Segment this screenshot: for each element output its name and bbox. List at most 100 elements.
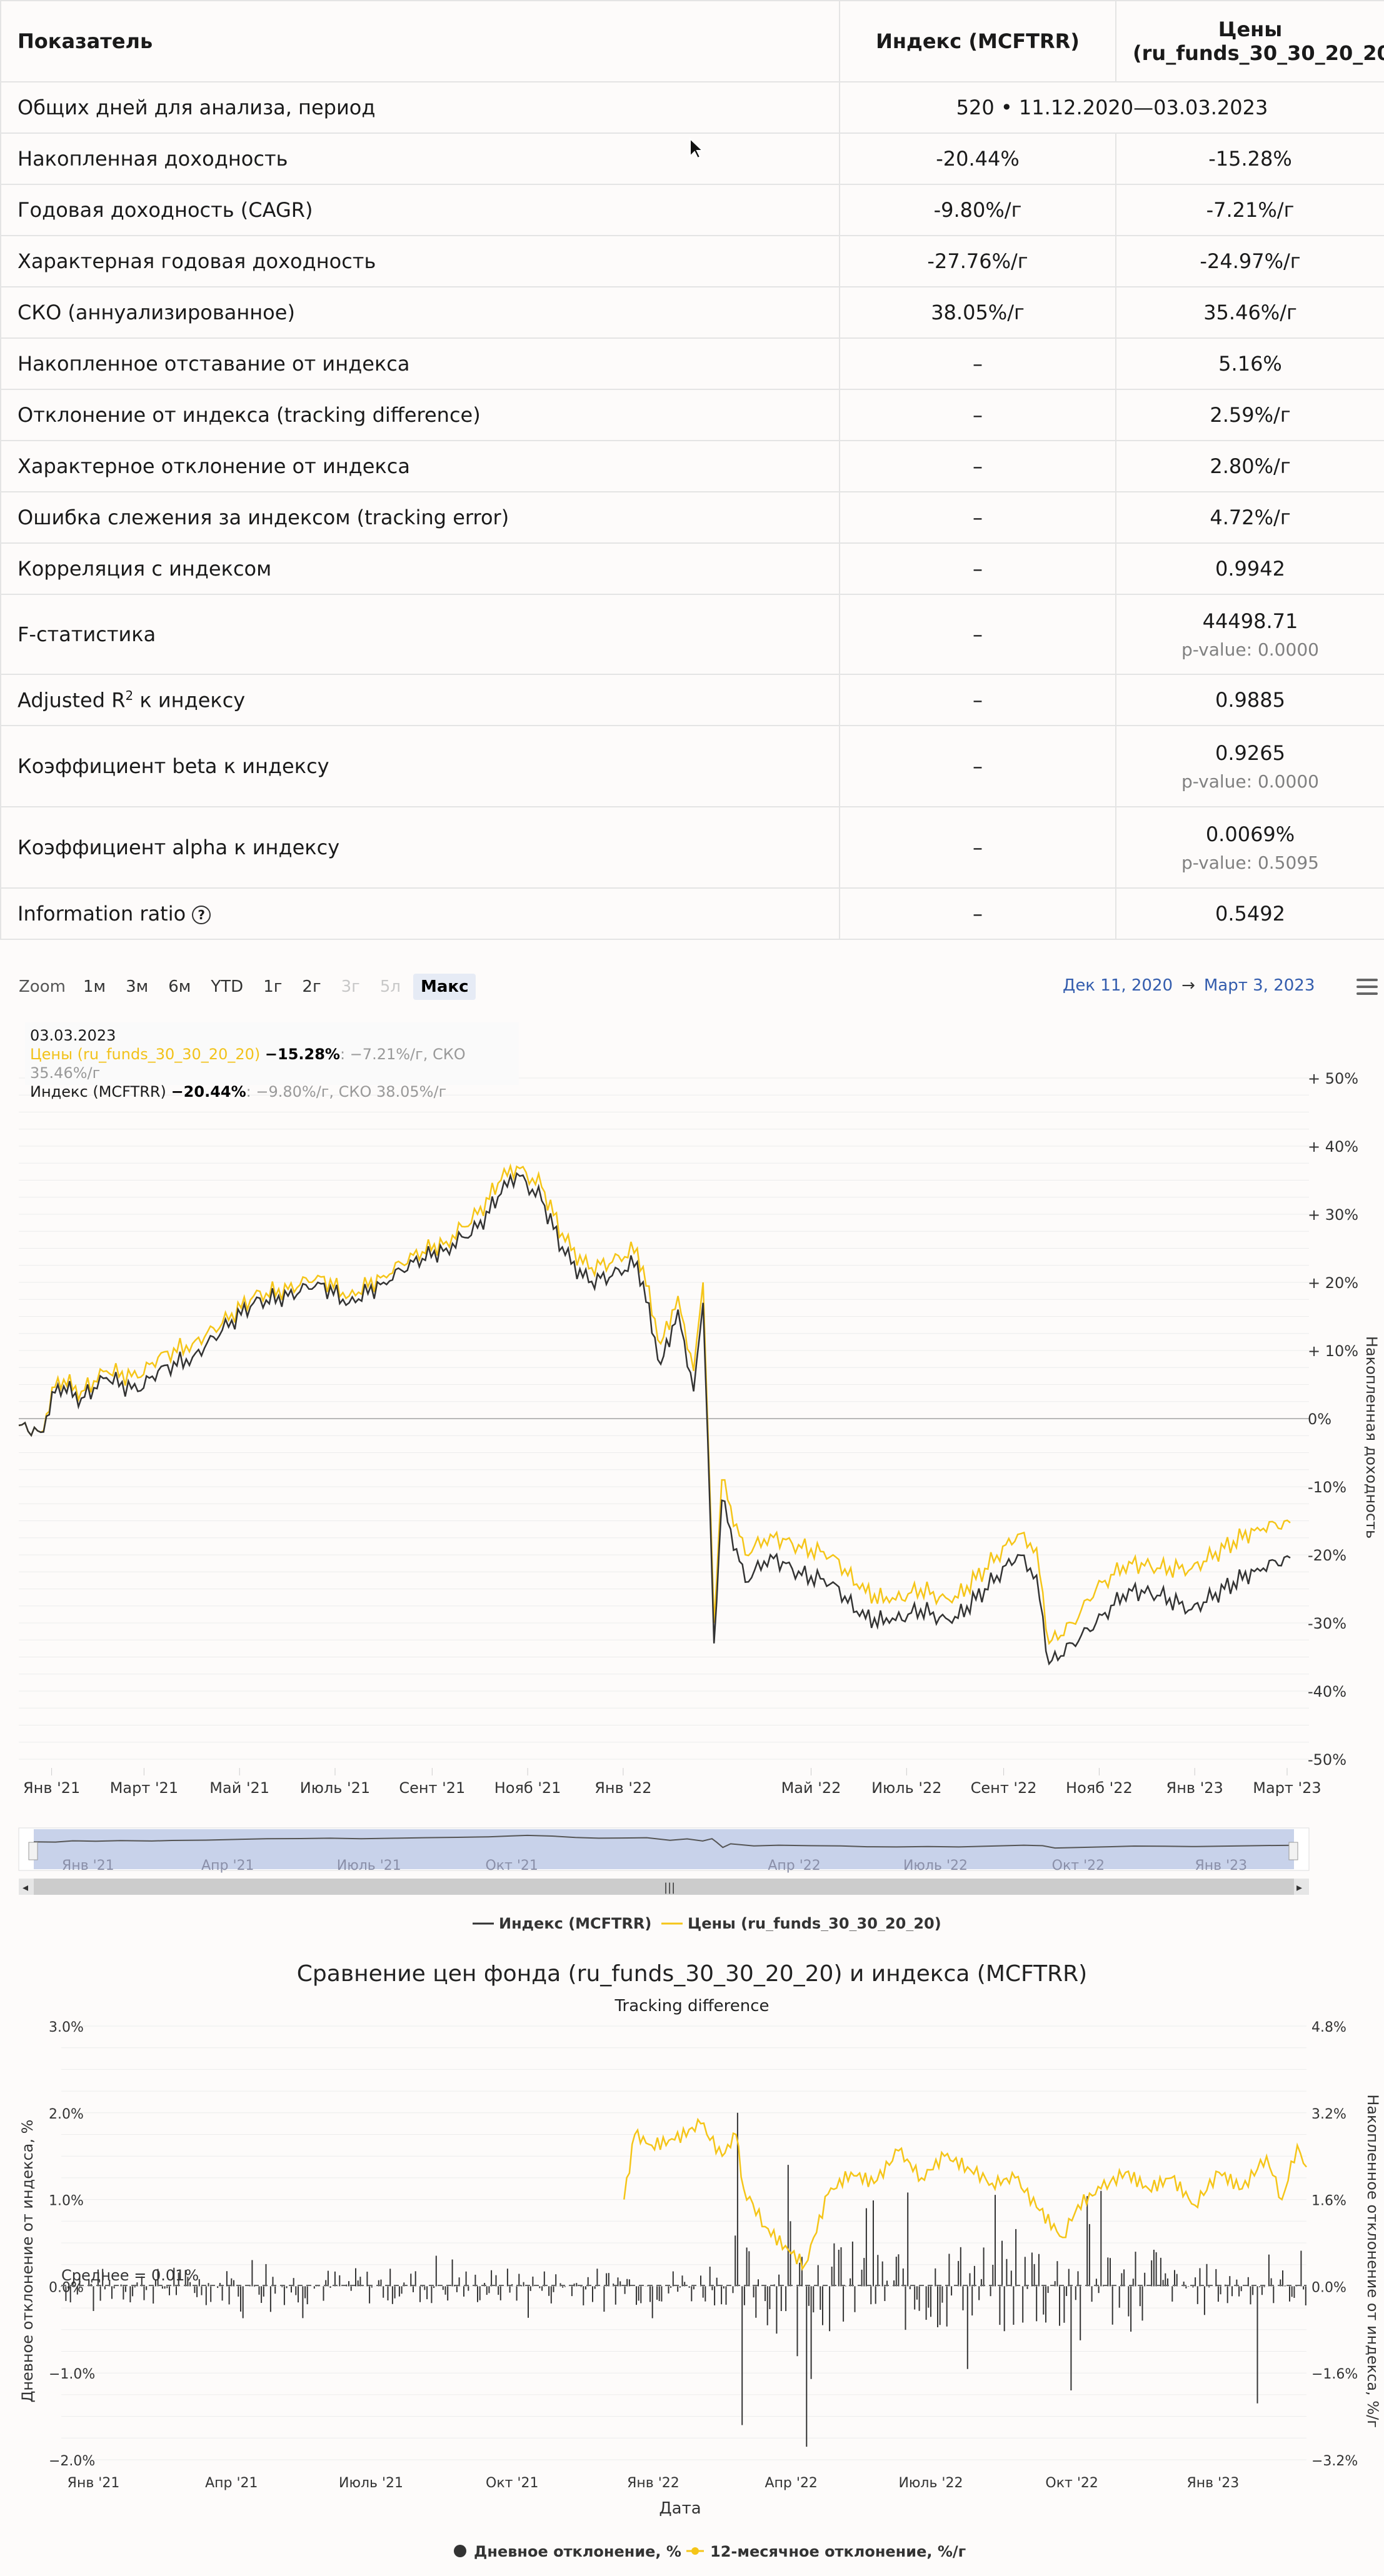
navigator-right-handle[interactable] xyxy=(1288,1842,1298,1860)
table-row: Ошибка слежения за индексом (tracking er… xyxy=(0,491,1384,544)
y-tick-label: 0% xyxy=(1308,1410,1331,1428)
fstat-value: 44498.71 xyxy=(1202,609,1298,633)
r2-label-post: к индексу xyxy=(133,688,246,712)
x-tick-label: Сент '21 xyxy=(399,1779,465,1797)
tooltip-index-row: Индекс (MCFTRR) −20.44%: −9.80%/г, СКО 3… xyxy=(30,1082,514,1101)
row-fund-value: 2.59%/г xyxy=(1115,389,1384,441)
y-right-tick-label: −1.6% xyxy=(1311,2367,1358,2382)
chart1-y-axis-label: Накопленная доходность xyxy=(1363,1336,1380,1539)
y-left-tick-label: 2.0% xyxy=(49,2107,84,2122)
y-tick-label: -20% xyxy=(1308,1547,1346,1564)
tooltip-fund-name: Цены (ru_funds_30_30_20_20) xyxy=(30,1046,261,1063)
tooltip-index-rest: : −9.80%/г, СКО 38.05%/г xyxy=(246,1083,447,1101)
chart2-x-label: Дата xyxy=(659,2499,701,2518)
row-label: Общих дней для анализа, период xyxy=(0,81,840,134)
x-tick-label: Май '21 xyxy=(209,1779,269,1797)
row-label: Ошибка слежения за индексом (tracking er… xyxy=(0,491,840,544)
navigator-label: Апр '21 xyxy=(201,1858,254,1874)
legend-daily[interactable]: Дневное отклонение, % xyxy=(474,2543,681,2560)
row-fund-value: 0.0069% p-value: 0.5095 xyxy=(1115,806,1384,889)
period-value: 520 • 11.12.2020—03.03.2023 xyxy=(839,81,1384,134)
scroll-right-icon[interactable]: ▸ xyxy=(1296,1881,1302,1894)
row-index-value: 38.05%/г xyxy=(839,286,1116,339)
y-right-tick-label: 3.2% xyxy=(1311,2107,1346,2122)
table-row: Характерная годовая доходность -27.76%/г -… xyxy=(0,235,1384,287)
y-tick-label: + 50% xyxy=(1308,1070,1358,1087)
row-index-value: – xyxy=(839,389,1116,441)
y-tick-label: + 30% xyxy=(1308,1206,1358,1224)
row-label: Характерное отклонение от индекса xyxy=(0,440,840,492)
y-tick-label: -40% xyxy=(1308,1683,1346,1700)
chart1-grid xyxy=(19,1077,1309,1760)
x-tick-label: Июль '22 xyxy=(871,1779,941,1797)
row-fund-value: 44498.71 p-value: 0.0000 xyxy=(1115,594,1384,675)
row-fund-value: 2.80%/г xyxy=(1115,440,1384,492)
x-tick-label: Янв '22 xyxy=(594,1779,651,1797)
y-left-tick-label: −2.0% xyxy=(49,2454,95,2469)
scrollbar-grip-icon: ||| xyxy=(664,1881,675,1894)
row-index-value: – xyxy=(839,674,1116,726)
chart1-legend: Индекс (MCFTRR) Цены (ru_funds_30_30_20_… xyxy=(473,1915,941,1931)
y-left-tick-label: 3.0% xyxy=(49,2020,84,2035)
row-fund-value: -15.28% xyxy=(1115,132,1384,185)
chart2-x-axis: Янв '21 Апр '21 Июль '21 Окт '21 Янв '22 Апр … xyxy=(68,2475,1240,2491)
y-tick-label: -10% xyxy=(1308,1479,1346,1496)
navigator-label: Окт '22 xyxy=(1052,1858,1105,1874)
y-tick-label: -30% xyxy=(1308,1615,1346,1632)
tracking-difference-chart: Сравнение цен фонда (ru_funds_30_30_20_2… xyxy=(19,1961,1381,2560)
row-index-value: – xyxy=(839,440,1116,492)
y-left-tick-label: −1.0% xyxy=(49,2367,95,2382)
question-circle-icon[interactable]: ? xyxy=(192,906,211,924)
row-index-value: – xyxy=(839,725,1116,807)
row-index-value: – xyxy=(839,542,1116,595)
row-label: Накопленная доходность xyxy=(0,132,840,185)
legend-bars-swatch xyxy=(454,2545,466,2557)
scroll-left-icon[interactable]: ◂ xyxy=(23,1881,28,1894)
row-index-value: – xyxy=(839,594,1116,675)
chart-tooltip: 03.03.2023 Цены (ru_funds_30_30_20_20) −… xyxy=(25,1022,519,1101)
header-indicator: Показатель xyxy=(0,0,840,82)
row-label: Коэффициент beta к индексу xyxy=(0,725,840,807)
table-row: Накопленное отставание от индекса –5.16% xyxy=(0,337,1384,390)
navigator[interactable]: Янв '21 Апр '21 Июль '21 Окт '21 Апр '22 Июль… xyxy=(18,1827,1310,1895)
x-tick-label: Сент '22 xyxy=(971,1779,1037,1797)
legend-index[interactable]: Индекс (MCFTRR) xyxy=(499,1915,651,1931)
chart2-subtitle: Tracking difference xyxy=(614,1997,769,2015)
row-label: Adjusted R2 к индексу xyxy=(0,674,840,726)
rolling-deviation-line xyxy=(623,2117,1307,2271)
x-tick-label: Апр '22 xyxy=(765,2475,818,2491)
header-fund-line1: Цены xyxy=(1218,17,1283,41)
legend-rolling[interactable]: 12-месячное отклонение, %/г xyxy=(710,2543,966,2560)
table-row-ir: Information ratio? – 0.5492 xyxy=(0,887,1384,940)
row-label: F-статистика xyxy=(0,594,840,675)
x-tick-label: Апр '21 xyxy=(205,2475,258,2491)
beta-pvalue: p-value: 0.0000 xyxy=(1181,771,1319,792)
x-tick-label: Окт '21 xyxy=(486,2475,538,2491)
x-tick-label: Окт '22 xyxy=(1045,2475,1098,2491)
row-fund-value: 0.5492 xyxy=(1115,887,1384,940)
row-label: Information ratio? xyxy=(0,887,840,940)
x-tick-label: Янв '21 xyxy=(68,2475,120,2491)
tooltip-fund-value: −15.28% xyxy=(264,1046,340,1063)
table-row: Годовая доходность (CAGR) -9.80%/г -7.21%/… xyxy=(0,184,1384,236)
row-fund-value: 0.9265 p-value: 0.0000 xyxy=(1115,725,1384,807)
tooltip-index-value: −20.44% xyxy=(171,1083,246,1101)
x-tick-label: Янв '21 xyxy=(23,1779,80,1797)
x-tick-label: Май '22 xyxy=(781,1779,841,1797)
row-label: Корреляция с индексом xyxy=(0,542,840,595)
row-fund-value: 0.9942 xyxy=(1115,542,1384,595)
alpha-pvalue: p-value: 0.5095 xyxy=(1181,852,1319,873)
navigator-label: Июль '22 xyxy=(903,1858,968,1874)
row-index-value: – xyxy=(839,337,1116,390)
navigator-left-handle[interactable] xyxy=(28,1842,38,1860)
r2-sup: 2 xyxy=(125,687,134,703)
header-fund-line2: (ru_funds_30_30_20_20) xyxy=(1133,41,1384,65)
legend-fund[interactable]: Цены (ru_funds_30_30_20_20) xyxy=(688,1915,941,1931)
r2-label: Adjusted R xyxy=(18,688,126,712)
x-tick-label: Июль '21 xyxy=(300,1779,370,1797)
header-fund: Цены (ru_funds_30_30_20_20) xyxy=(1115,0,1384,82)
table-header-row: Показатель Индекс (MCFTRR) Цены (ru_fund… xyxy=(0,0,1384,82)
row-fund-value: -7.21%/г xyxy=(1115,184,1384,236)
y-tick-label: + 10% xyxy=(1308,1342,1358,1360)
row-fund-value: 0.9885 xyxy=(1115,674,1384,726)
